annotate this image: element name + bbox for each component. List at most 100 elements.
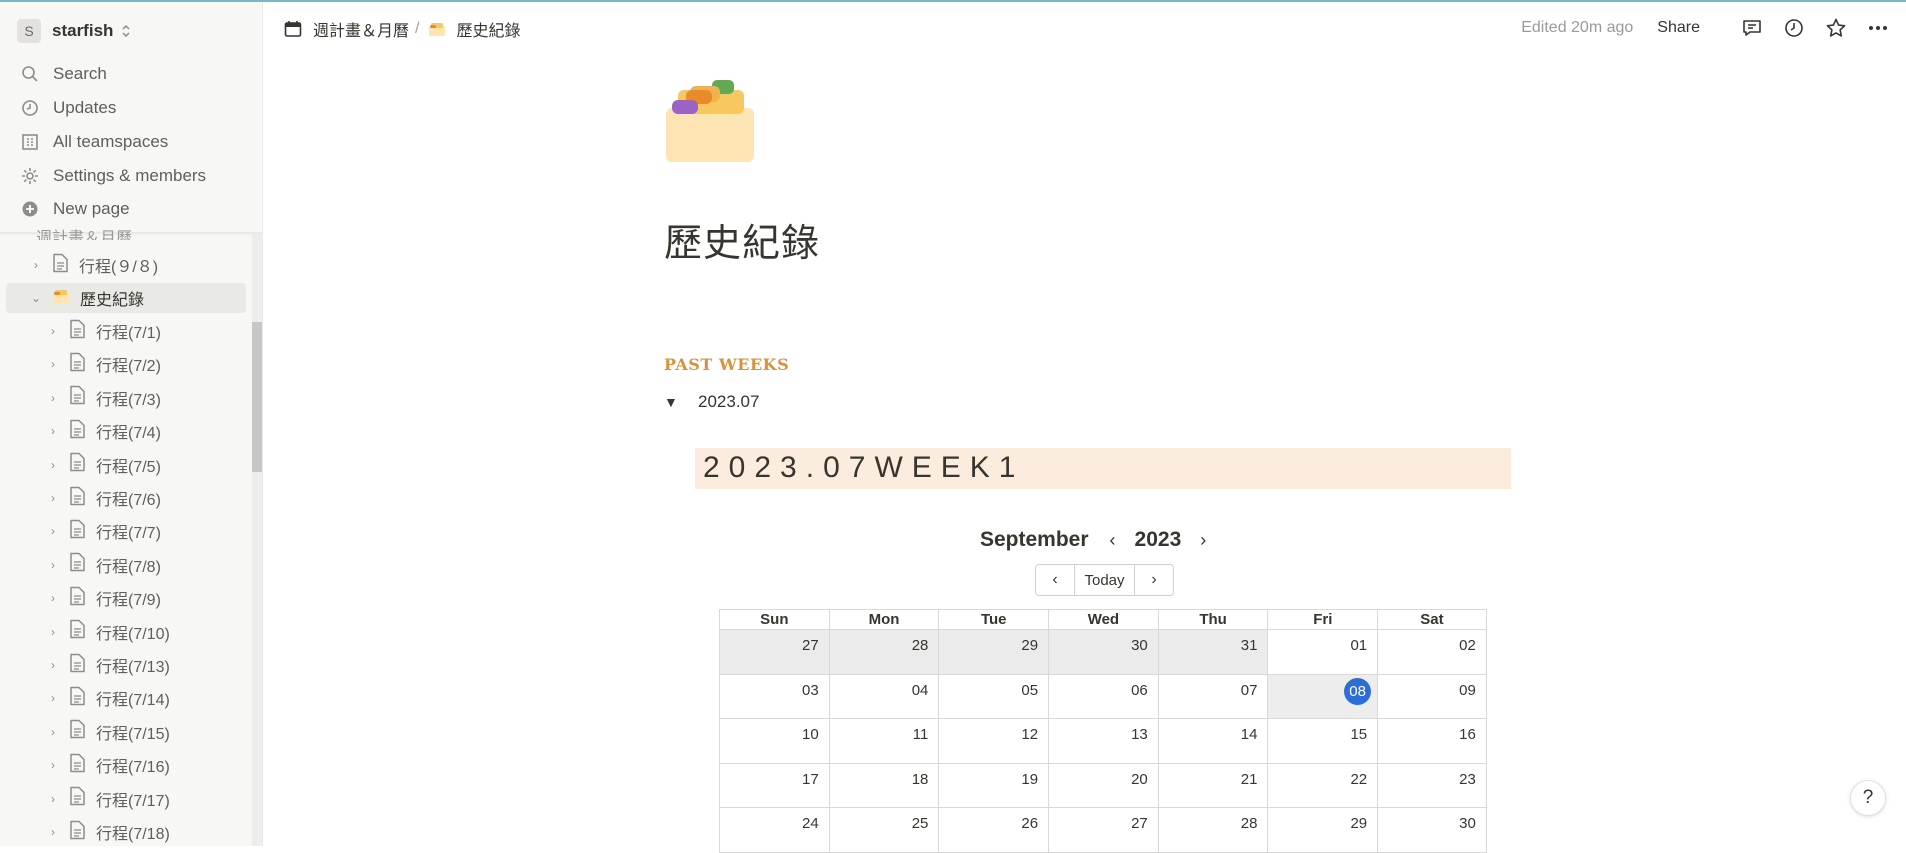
calendar-day-number: 09 — [1459, 681, 1476, 699]
clock-icon — [22, 100, 38, 116]
chevron-right-icon[interactable]: › — [45, 424, 61, 438]
sidebar-tree-item[interactable]: › 行程(7/6) — [6, 483, 246, 513]
sidebar-scrollbar-thumb[interactable] — [252, 322, 262, 472]
calendar-day[interactable]: 17 — [719, 763, 829, 808]
chevron-right-icon[interactable]: › — [45, 825, 61, 839]
sidebar: S starfish Search Updates All teamspaces… — [0, 2, 263, 846]
sidebar-tree-item[interactable]: › 行程(7/17) — [6, 784, 246, 814]
calendar-day[interactable]: 04 — [828, 674, 939, 719]
chevron-right-icon[interactable]: › — [45, 324, 61, 338]
calendar-day[interactable]: 01 — [1267, 630, 1378, 675]
calendar-day[interactable]: 07 — [1157, 674, 1268, 719]
chevron-right-icon[interactable]: › — [45, 458, 61, 472]
sidebar-new-page-label: New page — [53, 199, 130, 218]
weekday-header: Fri — [1267, 609, 1378, 630]
today-button[interactable]: Today — [1074, 565, 1135, 595]
sidebar-tree-item[interactable]: › 行程(7/9) — [6, 583, 246, 613]
chevron-right-icon[interactable]: › — [45, 558, 61, 572]
sidebar-tree-item[interactable]: › 行程(7/18) — [6, 817, 246, 846]
page-folder-icon[interactable] — [664, 78, 758, 164]
more-options-icon[interactable] — [1866, 16, 1890, 40]
calendar-day[interactable]: 05 — [938, 674, 1049, 719]
chevron-right-icon[interactable]: › — [45, 691, 61, 705]
chevron-right-icon[interactable]: › — [45, 625, 61, 639]
chevron-up-down-icon — [121, 24, 131, 38]
calendar-day[interactable]: 14 — [1157, 719, 1268, 764]
calendar-day[interactable]: 10 — [719, 719, 829, 764]
chevron-right-icon[interactable]: › — [28, 258, 44, 272]
sidebar-tree-item[interactable]: › 行程(7/4) — [6, 416, 246, 446]
calendar-day[interactable]: 29 — [938, 630, 1049, 675]
calendar-day[interactable]: 27 — [719, 630, 829, 675]
sidebar-tree-item[interactable]: › 行程(7/10) — [6, 617, 246, 647]
calendar-day[interactable]: 21 — [1157, 763, 1268, 808]
next-month-button[interactable]: › — [1135, 565, 1173, 595]
sidebar-tree-item-partial[interactable]: 週計畫＆月曆 — [36, 224, 132, 240]
calendar-day[interactable]: 22 — [1267, 763, 1378, 808]
calendar-day[interactable]: 16 — [1377, 719, 1487, 764]
chevron-right-icon[interactable]: › — [45, 792, 61, 806]
calendar-day[interactable]: 02 — [1377, 630, 1487, 675]
chevron-down-icon[interactable]: ⌄ — [28, 291, 44, 305]
history-clock-icon[interactable] — [1782, 16, 1806, 40]
calendar-day[interactable]: 03 — [719, 674, 829, 719]
sidebar-tree-item[interactable]: › 行程(7/16) — [6, 750, 246, 780]
calendar-week-row: 27 28 29 30 31 01 02 — [719, 630, 1487, 675]
breadcrumb-parent[interactable]: 週計畫＆月曆 — [283, 17, 409, 41]
sidebar-tree-item[interactable]: › 行程(7/7) — [6, 516, 246, 546]
sidebar-tree-item[interactable]: › 行程(7/14) — [6, 683, 246, 713]
calendar-day[interactable]: 13 — [1048, 719, 1158, 764]
sidebar-tree-item[interactable]: › 行程(９/８) — [6, 250, 246, 280]
chevron-right-icon[interactable]: › — [45, 591, 61, 605]
sidebar-tree-item[interactable]: › 行程(7/1) — [6, 316, 246, 346]
calendar-day[interactable]: 06 — [1048, 674, 1158, 719]
calendar-day[interactable]: 28 — [828, 630, 939, 675]
sidebar-tree-item[interactable]: › 行程(7/13) — [6, 650, 246, 680]
page-title[interactable]: 歷史紀錄 — [664, 212, 820, 267]
calendar-day[interactable]: 09 — [1377, 674, 1487, 719]
prev-month-button[interactable]: ‹ — [1036, 565, 1074, 595]
chevron-right-icon[interactable]: › — [45, 357, 61, 371]
comment-icon[interactable] — [1740, 16, 1764, 40]
sidebar-updates[interactable]: Updates — [6, 93, 256, 123]
calendar-day[interactable]: 31 — [1157, 630, 1268, 675]
chevron-right-icon[interactable]: › — [45, 758, 61, 772]
sidebar-search[interactable]: Search — [6, 59, 256, 89]
document-icon — [69, 452, 86, 477]
caret-down-icon[interactable]: ▼ — [664, 394, 690, 410]
calendar-day[interactable]: 12 — [938, 719, 1049, 764]
calendar-day-today[interactable]: 08 — [1267, 674, 1378, 719]
toggle-block[interactable]: ▼ 2023.07 — [664, 392, 759, 412]
sidebar-tree-item[interactable]: › 行程(7/5) — [6, 450, 246, 480]
calendar-day[interactable]: 11 — [828, 719, 939, 764]
calendar-year[interactable]: 2023 — [1135, 528, 1182, 552]
sidebar-all-teamspaces[interactable]: All teamspaces — [6, 127, 256, 157]
sidebar-tree-item[interactable]: › 行程(7/3) — [6, 383, 246, 413]
sidebar-new-page[interactable]: New page — [6, 194, 256, 224]
document-icon — [52, 253, 69, 278]
breadcrumb-current[interactable]: 歷史紀錄 — [428, 17, 520, 41]
calendar-day[interactable]: 19 — [938, 763, 1049, 808]
sidebar-tree-item[interactable]: › 行程(7/15) — [6, 717, 246, 747]
calendar-day[interactable]: 18 — [828, 763, 939, 808]
sidebar-tree-item[interactable]: › 行程(7/2) — [6, 349, 246, 379]
chevron-right-icon[interactable]: › — [45, 658, 61, 672]
workspace-switcher[interactable]: S starfish — [17, 18, 131, 44]
share-button[interactable]: Share — [1657, 19, 1700, 37]
sidebar-tree-item[interactable]: › 行程(7/8) — [6, 550, 246, 580]
chevron-right-icon[interactable]: › — [45, 725, 61, 739]
star-icon[interactable] — [1824, 16, 1848, 40]
help-button[interactable]: ? — [1850, 780, 1886, 816]
calendar-day[interactable]: 15 — [1267, 719, 1378, 764]
calendar-day[interactable]: 23 — [1377, 763, 1487, 808]
sidebar-tree-item[interactable]: ⌄ 歷史紀錄 — [6, 283, 246, 313]
chevron-right-icon[interactable]: › — [45, 524, 61, 538]
calendar-month[interactable]: September — [980, 528, 1089, 552]
calendar-day[interactable]: 20 — [1048, 763, 1158, 808]
chevron-left-icon[interactable]: ‹ — [1103, 530, 1123, 551]
calendar-day[interactable]: 30 — [1048, 630, 1158, 675]
chevron-right-icon[interactable]: › — [45, 391, 61, 405]
chevron-right-icon[interactable]: › — [1193, 530, 1213, 551]
chevron-right-icon[interactable]: › — [45, 491, 61, 505]
sidebar-settings-members[interactable]: Settings & members — [6, 161, 256, 191]
